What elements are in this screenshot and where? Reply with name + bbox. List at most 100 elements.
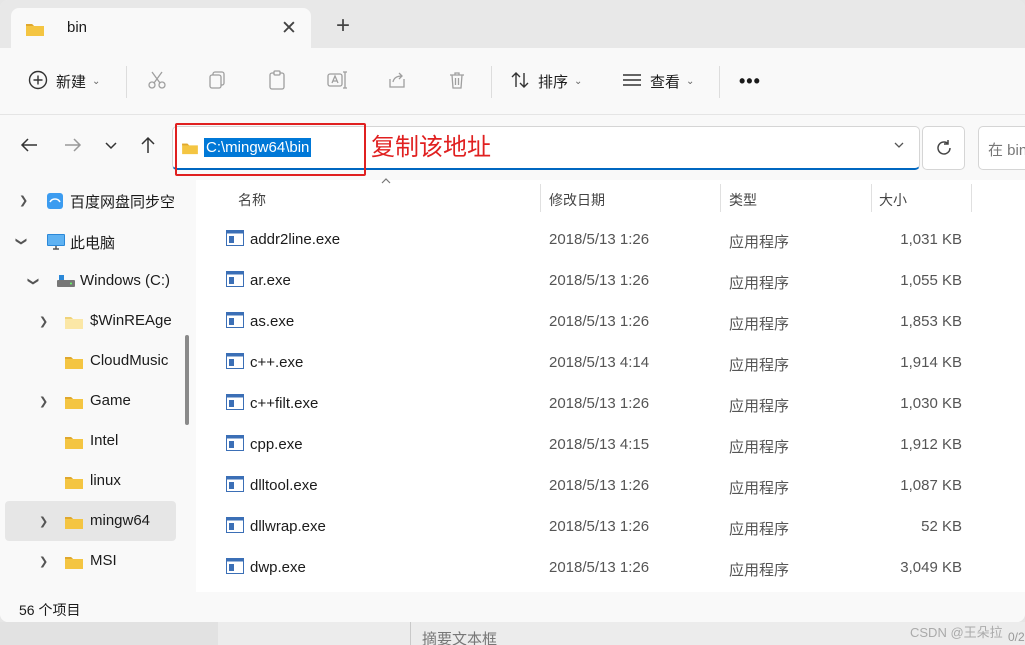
- up-arrow-icon[interactable]: [138, 135, 158, 161]
- sidebar-item-intel[interactable]: Intel: [0, 421, 176, 461]
- delete-button[interactable]: [447, 48, 467, 115]
- sidebar-item-linux[interactable]: linux: [0, 461, 176, 501]
- new-label: 新建: [56, 74, 87, 91]
- sidebar-scrollbar[interactable]: [185, 335, 189, 425]
- file-date: 2018/5/13 1:26: [549, 518, 650, 535]
- chevron-right-icon[interactable]: ❯: [39, 555, 48, 568]
- sidebar-item-drive-c[interactable]: ❯ Windows (C:): [0, 261, 176, 301]
- file-type: 应用程序: [729, 357, 790, 374]
- divider: [719, 66, 720, 98]
- folder-icon: [64, 354, 84, 374]
- chevron-down-icon: ⌄: [574, 76, 583, 87]
- column-header-date[interactable]: 修改日期: [549, 180, 605, 214]
- more-options-button[interactable]: •••: [739, 48, 761, 115]
- chevron-right-icon[interactable]: ❯: [39, 515, 48, 528]
- sidebar-item-label: 百度网盘同步空: [70, 194, 176, 211]
- sort-ascending-icon: [380, 176, 392, 188]
- column-divider[interactable]: [871, 184, 872, 212]
- sidebar-item-label: Game: [90, 392, 131, 409]
- tab-title: bin: [67, 19, 88, 36]
- column-header-type[interactable]: 类型: [729, 180, 757, 214]
- chevron-right-icon[interactable]: ❯: [39, 395, 48, 408]
- new-button[interactable]: 新建 ⌄: [28, 48, 100, 115]
- file-type: 应用程序: [729, 275, 790, 292]
- file-size: 1,031 KB: [900, 231, 962, 248]
- chevron-right-icon[interactable]: ❯: [39, 315, 48, 328]
- file-date: 2018/5/13 1:26: [549, 313, 650, 330]
- column-header-size[interactable]: 大小: [879, 180, 907, 214]
- file-type: 应用程序: [729, 480, 790, 497]
- chevron-down-icon[interactable]: ❯: [15, 237, 28, 246]
- sort-label: 排序: [538, 74, 569, 91]
- sidebar-item-game[interactable]: ❯ Game: [0, 381, 176, 421]
- chevron-down-icon[interactable]: ❯: [27, 277, 40, 286]
- file-row[interactable]: ar.exe 2018/5/13 1:26 应用程序 1,055 KB: [196, 260, 1025, 301]
- view-button[interactable]: 查看 ⌄: [622, 48, 694, 115]
- sidebar-item-label: Windows (C:): [80, 272, 171, 289]
- sidebar-item-label: linux: [90, 472, 121, 489]
- folder-icon: [25, 21, 45, 40]
- file-date: 2018/5/13 4:14: [549, 354, 650, 371]
- chevron-down-icon[interactable]: [893, 139, 905, 154]
- file-type: 应用程序: [729, 521, 790, 538]
- application-file-icon: [226, 517, 244, 536]
- file-row[interactable]: cpp.exe 2018/5/13 4:15 应用程序 1,912 KB: [196, 424, 1025, 465]
- copy-button[interactable]: [207, 48, 227, 115]
- column-divider[interactable]: [540, 184, 541, 212]
- chevron-right-icon[interactable]: ❯: [19, 194, 28, 207]
- background-editor: 摘要文本框 CSDN @王朵拉 0/2: [0, 622, 1025, 645]
- rename-icon: [327, 70, 349, 93]
- sort-button[interactable]: 排序 ⌄: [510, 48, 582, 115]
- sidebar-item-this-pc[interactable]: ❯ 此电脑: [0, 221, 176, 261]
- sidebar-item-cloudmusic[interactable]: CloudMusic: [0, 341, 176, 381]
- close-tab-icon[interactable]: ✕: [279, 17, 299, 40]
- char-counter: 0/2: [1008, 630, 1025, 644]
- paste-button[interactable]: [267, 48, 287, 115]
- back-arrow-icon[interactable]: [19, 135, 39, 161]
- file-row[interactable]: c++.exe 2018/5/13 4:14 应用程序 1,914 KB: [196, 342, 1025, 383]
- column-divider[interactable]: [720, 184, 721, 212]
- sidebar-item-mingw64[interactable]: ❯ mingw64: [5, 501, 176, 541]
- file-size: 1,914 KB: [900, 354, 962, 371]
- divider: [126, 66, 127, 98]
- file-row[interactable]: as.exe 2018/5/13 1:26 应用程序 1,853 KB: [196, 301, 1025, 342]
- folder-icon: [64, 554, 84, 574]
- file-type: 应用程序: [729, 398, 790, 415]
- file-name: addr2line.exe: [250, 231, 341, 248]
- application-file-icon: [226, 394, 244, 413]
- navigation-pane: ❯ 百度网盘同步空 ❯ 此电脑 ❯ Windows (C:) ❯ $WinREA…: [0, 180, 196, 592]
- application-file-icon: [226, 271, 244, 290]
- column-header-name[interactable]: 名称: [238, 180, 266, 214]
- file-row[interactable]: c++filt.exe 2018/5/13 1:26 应用程序 1,030 KB: [196, 383, 1025, 424]
- file-type: 应用程序: [729, 234, 790, 251]
- scissors-icon: [147, 70, 167, 93]
- search-input[interactable]: 在 bin: [978, 126, 1025, 170]
- refresh-button[interactable]: [922, 126, 965, 170]
- chevron-down-icon: ⌄: [92, 76, 101, 87]
- application-file-icon: [226, 353, 244, 372]
- tab-bin[interactable]: bin ✕: [11, 8, 311, 48]
- cut-button[interactable]: [147, 48, 167, 115]
- file-row[interactable]: addr2line.exe 2018/5/13 1:26 应用程序 1,031 …: [196, 219, 1025, 260]
- view-list-icon: [622, 70, 642, 93]
- file-row[interactable]: dwp.exe 2018/5/13 1:26 应用程序 3,049 KB: [196, 547, 1025, 588]
- folder-icon: [64, 474, 84, 494]
- file-row[interactable]: dlltool.exe 2018/5/13 1:26 应用程序 1,087 KB: [196, 465, 1025, 506]
- rename-button[interactable]: [327, 48, 349, 115]
- file-size: 1,853 KB: [900, 313, 962, 330]
- column-divider[interactable]: [971, 184, 972, 212]
- sidebar-item-baidu-sync[interactable]: ❯ 百度网盘同步空: [0, 180, 176, 220]
- forward-arrow-icon[interactable]: [63, 135, 83, 161]
- recent-locations-chevron-icon[interactable]: [103, 135, 119, 161]
- sidebar-item-label: $WinREAge: [90, 312, 172, 329]
- share-button[interactable]: [387, 48, 407, 115]
- application-file-icon: [226, 435, 244, 454]
- file-row[interactable]: dllwrap.exe 2018/5/13 1:26 应用程序 52 KB: [196, 506, 1025, 547]
- sidebar-item-winreagent[interactable]: ❯ $WinREAge: [0, 301, 176, 341]
- folder-icon: [64, 314, 84, 334]
- sort-icon: [510, 70, 530, 93]
- new-tab-button[interactable]: +: [330, 12, 356, 40]
- sidebar-item-msi[interactable]: ❯ MSI: [0, 541, 176, 581]
- file-type: 应用程序: [729, 439, 790, 456]
- watermark: CSDN @王朵拉: [910, 625, 1003, 640]
